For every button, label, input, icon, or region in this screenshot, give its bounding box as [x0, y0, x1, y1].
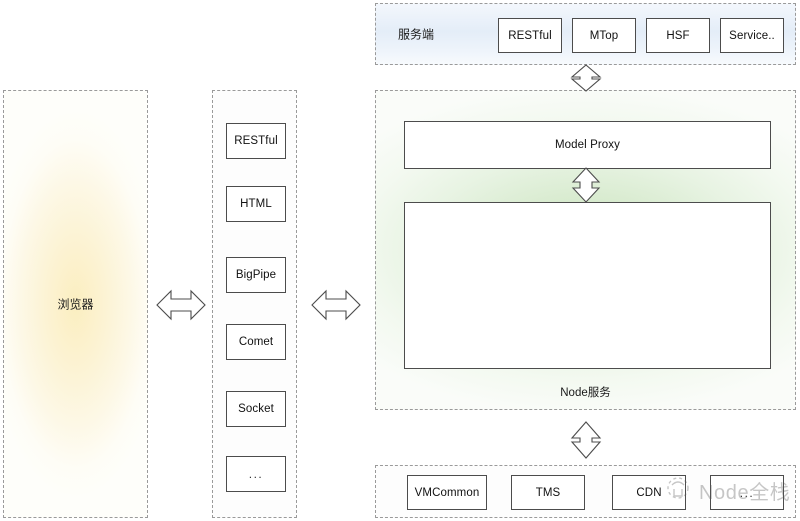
protocol-item-socket[interactable]: Socket: [226, 391, 286, 427]
protocol-item-comet[interactable]: Comet: [226, 324, 286, 360]
protocol-item-more[interactable]: ...: [226, 456, 286, 492]
connector-protocol-to-node-icon: [310, 285, 362, 325]
connector-node-to-server-icon: [566, 64, 606, 92]
architecture-diagram: 服务端 RESTful MTop HSF Service.. Model Pro…: [0, 0, 800, 521]
protocol-item-restful[interactable]: RESTful: [226, 123, 286, 159]
resource-tier-zone: VMCommon TMS CDN ...: [375, 465, 796, 518]
server-tier-label: 服务端: [398, 27, 435, 42]
resource-item-vmcommon[interactable]: VMCommon: [407, 475, 487, 510]
connector-modelproxy-to-panel-icon: [568, 167, 604, 203]
server-item-service[interactable]: Service..: [720, 18, 784, 53]
browser-tier-label: 浏览器: [57, 297, 94, 312]
node-tier-zone: Model Proxy Node服务: [375, 90, 796, 410]
protocol-item-bigpipe[interactable]: BigPipe: [226, 257, 286, 293]
model-proxy-box[interactable]: Model Proxy: [404, 121, 771, 169]
node-tier-caption: Node服务: [560, 387, 611, 399]
connector-node-to-resource-icon: [566, 421, 606, 459]
protocol-item-html[interactable]: HTML: [226, 186, 286, 222]
resource-item-cdn[interactable]: CDN: [612, 475, 686, 510]
server-item-restful[interactable]: RESTful: [498, 18, 562, 53]
server-tier-zone: 服务端 RESTful MTop HSF Service..: [375, 3, 796, 65]
server-item-hsf[interactable]: HSF: [646, 18, 710, 53]
node-inner-panel[interactable]: [404, 202, 771, 369]
protocol-tier-zone: RESTful HTML BigPipe Comet Socket ...: [212, 90, 297, 518]
resource-item-more[interactable]: ...: [710, 475, 784, 510]
resource-item-tms[interactable]: TMS: [511, 475, 585, 510]
connector-browser-to-protocol-icon: [155, 285, 207, 325]
server-item-mtop[interactable]: MTop: [572, 18, 636, 53]
browser-tier-zone: 浏览器: [3, 90, 148, 518]
